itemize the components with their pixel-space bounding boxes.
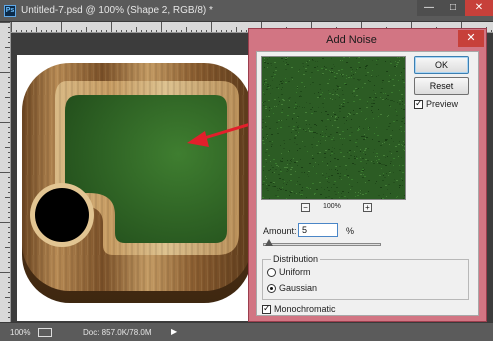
triangle-right-icon[interactable]: ▶ [171, 327, 177, 336]
checkmark-icon: ✓ [415, 98, 423, 108]
close-icon: ✕ [466, 32, 476, 44]
amount-unit: % [346, 226, 355, 236]
dialog-body: − 100% + OK Reset ✓ Preview Amount: 5 % … [256, 51, 479, 316]
noise-preview-image [262, 57, 405, 199]
uniform-radio[interactable] [267, 268, 276, 277]
amount-slider-track[interactable] [263, 243, 381, 246]
zoom-out-button[interactable]: − [301, 203, 310, 212]
amount-input[interactable]: 5 [298, 223, 338, 237]
maximize-button[interactable]: □ [441, 0, 465, 16]
preview-checkbox[interactable]: ✓ [414, 98, 423, 109]
amount-slider-thumb[interactable] [264, 239, 273, 246]
reset-button[interactable]: Reset [414, 77, 469, 95]
ok-button[interactable]: OK [414, 56, 469, 74]
app-titlebar: Ps Untitled-7.psd @ 100% (Shape 2, RGB/8… [0, 0, 493, 22]
photoshop-logo-icon: Ps [4, 5, 16, 17]
preview-zoom-level: 100% [323, 203, 341, 210]
gaussian-radio[interactable] [267, 284, 276, 293]
add-noise-dialog[interactable]: Add Noise ✕ − 100% + OK Reset ✓ Preview … [248, 28, 487, 322]
distribution-legend: Distribution [271, 254, 321, 264]
minimize-icon: — [424, 2, 434, 13]
status-bar: 100% Doc: 857.0K/78.0M ▶ [0, 322, 493, 341]
monochromatic-label: Monochromatic [274, 304, 336, 314]
amount-label: Amount: [263, 226, 297, 236]
close-icon: ✕ [474, 2, 484, 13]
document-status-icon[interactable] [38, 328, 52, 337]
preview-label: Preview [426, 99, 459, 109]
radio-selected-dot [270, 287, 273, 290]
vertical-ruler[interactable] [0, 22, 11, 322]
checkmark-icon: ✓ [263, 303, 271, 313]
zoom-in-button[interactable]: + [363, 203, 372, 212]
dialog-title: Add Noise [326, 34, 377, 46]
preview-zoom-controls: − 100% + [301, 202, 381, 214]
vertical-ruler-ticks [0, 22, 10, 318]
monochromatic-checkbox-row[interactable]: ✓ Monochromatic [262, 303, 342, 316]
monochromatic-checkbox[interactable]: ✓ [262, 303, 271, 314]
zoom-level[interactable]: 100% [10, 328, 30, 337]
preview-checkbox-row[interactable]: ✓ Preview [414, 98, 474, 111]
document-title: Untitled-7.psd @ 100% (Shape 2, RGB/8) * [21, 5, 213, 16]
dialog-close-button[interactable]: ✕ [458, 30, 484, 47]
dialog-titlebar[interactable]: Add Noise ✕ [249, 29, 486, 51]
noise-preview[interactable] [261, 56, 406, 200]
document-info[interactable]: Doc: 857.0K/78.0M [83, 328, 151, 337]
close-button[interactable]: ✕ [465, 0, 493, 16]
uniform-label[interactable]: Uniform [279, 267, 311, 277]
minimize-button[interactable]: — [417, 0, 441, 16]
distribution-group: Distribution Uniform Gaussian [262, 254, 469, 300]
maximize-icon: □ [449, 2, 457, 13]
gaussian-label[interactable]: Gaussian [279, 283, 317, 293]
